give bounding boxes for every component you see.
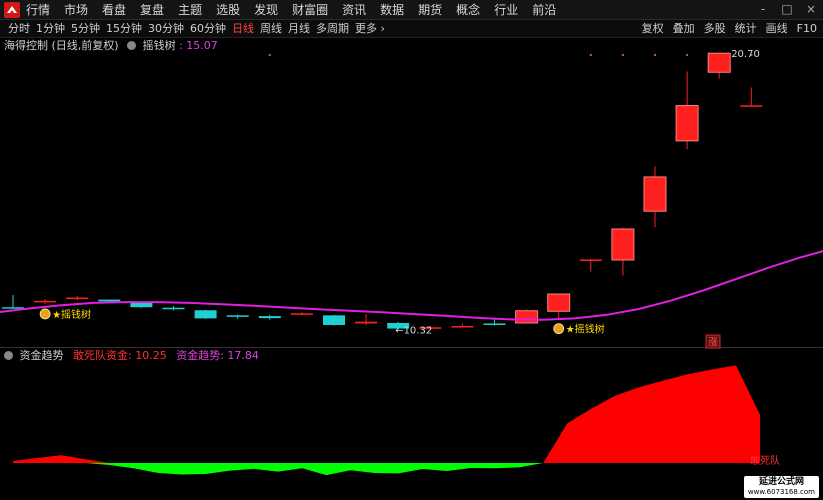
candle-body-10[interactable] <box>323 315 345 325</box>
candle-body-22[interactable] <box>707 52 731 73</box>
candle-body-9[interactable] <box>290 313 313 315</box>
candle-body-18[interactable] <box>579 259 602 261</box>
candle-body-21[interactable] <box>675 105 699 142</box>
candle-body-2[interactable] <box>66 297 89 300</box>
candle-body-7[interactable] <box>226 315 249 317</box>
top-marker-2 <box>621 54 624 56</box>
candle-body-5[interactable] <box>162 307 185 310</box>
candle-body-19[interactable] <box>611 228 635 261</box>
top-marker-1 <box>589 54 592 56</box>
zhang-badge-label: 涨 <box>708 337 718 349</box>
candle-body-6[interactable] <box>194 310 217 319</box>
candle-body-11[interactable] <box>355 321 378 324</box>
candle-body-20[interactable] <box>643 176 667 212</box>
candle-body-4[interactable] <box>130 302 153 308</box>
money-bag-icon <box>39 308 51 320</box>
candle-body-14[interactable] <box>451 326 474 328</box>
candle-body-23[interactable] <box>740 105 763 107</box>
watermark: 延进公式网 www.6073168.com <box>743 476 819 498</box>
top-marker-4 <box>686 54 689 56</box>
fund-positive-area <box>13 365 761 463</box>
ma-line <box>0 250 823 321</box>
candle-body-17[interactable] <box>547 293 571 312</box>
high-price-label: 20.70 <box>731 49 760 60</box>
top-marker-0 <box>268 54 271 56</box>
watermark-title: 延进公式网 <box>758 477 804 487</box>
candle-body-8[interactable] <box>258 316 281 319</box>
candle-body-15[interactable] <box>483 323 506 325</box>
money-bag-icon <box>553 323 565 335</box>
watermark-url: www.6073168.com <box>747 488 815 496</box>
candle-body-3[interactable] <box>98 299 121 302</box>
fund-negative-area <box>13 463 761 476</box>
top-marker-3 <box>654 54 656 56</box>
fund-series-label: 敢死队 <box>750 454 780 467</box>
low-price-label: ←10.32 <box>395 326 432 337</box>
candle-body-1[interactable] <box>34 300 57 303</box>
kline-chart[interactable]: 20.70 ←10.32 ★摇钱树 ★摇钱树涨敢死队 <box>0 0 823 500</box>
candle-body-16[interactable] <box>515 310 539 324</box>
signal-label-1: ★摇钱树 <box>566 323 605 336</box>
signal-label-0: ★摇钱树 <box>52 308 91 321</box>
